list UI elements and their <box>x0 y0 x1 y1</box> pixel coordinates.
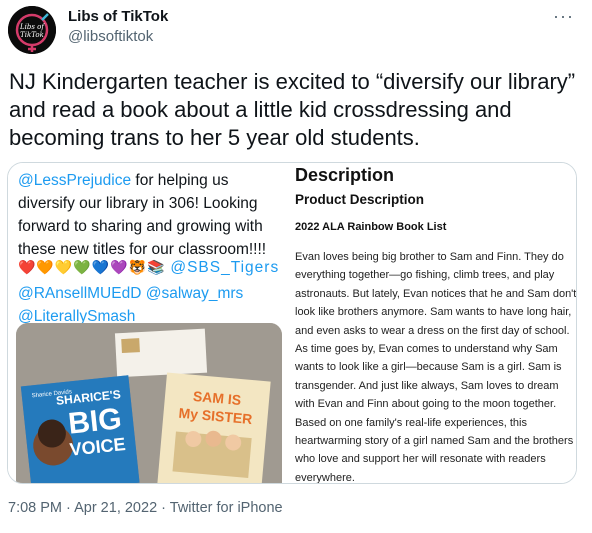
avatar-text-line2: TikTok <box>20 31 44 39</box>
product-description-heading: Product Description <box>295 192 425 207</box>
tweet-time[interactable]: 7:08 PM <box>8 500 62 516</box>
emoji-row: ❤️🧡💛💚💙💜🐯📚 @SBS_Tigers <box>18 259 279 277</box>
heart-emojis: ❤️🧡💛💚💙💜🐯📚 <box>18 259 166 275</box>
mention-lessprejudice: @LessPrejudice <box>18 172 132 189</box>
footer-separator: · <box>62 500 75 516</box>
books-photo: SHARICE'S BIG VOICE Sharice Davids SAM I… <box>16 323 282 483</box>
mention-ransellmuedd: @RAnsellMUEdD <box>18 285 142 302</box>
mention-salway-mrs: @salway_mrs <box>145 285 244 302</box>
tweet-footer: 7:08 PM · Apr 21, 2022 · Twitter for iPh… <box>8 500 283 516</box>
author-handle[interactable]: @libsoftiktok <box>68 28 153 45</box>
description-heading: Description <box>295 165 395 185</box>
description-screenshot: Description Product Description 2022 ALA… <box>290 163 577 484</box>
mention-sbs-tigers: @SBS_Tigers <box>170 259 280 276</box>
embedded-tweet-screenshot: @LessPrejudice for helping us diversify … <box>8 163 286 483</box>
tweet-media[interactable]: @LessPrejudice for helping us diversify … <box>7 162 577 484</box>
embedded-tweet-text: @LessPrejudice for helping us diversify … <box>18 169 282 261</box>
footer-separator: · <box>157 500 170 516</box>
author-name[interactable]: Libs of TikTok <box>68 8 168 25</box>
avatar-text-line1: Libs of <box>19 23 45 31</box>
tweet: Libs of TikTok Libs of TikTok @libsoftik… <box>0 0 592 533</box>
more-options-icon[interactable]: ··· <box>553 6 574 27</box>
description-body: Evan loves being big brother to Sam and … <box>295 251 577 484</box>
award-label: 2022 ALA Rainbow Book List <box>295 221 447 233</box>
avatar[interactable]: Libs of TikTok <box>8 6 56 54</box>
tweet-source[interactable]: Twitter for iPhone <box>170 500 283 516</box>
tweet-text: NJ Kindergarten teacher is excited to “d… <box>9 69 576 150</box>
tweet-date[interactable]: Apr 21, 2022 <box>74 500 157 516</box>
embedded-mentions: @RAnsellMUEdD @salway_mrs <box>18 282 282 305</box>
